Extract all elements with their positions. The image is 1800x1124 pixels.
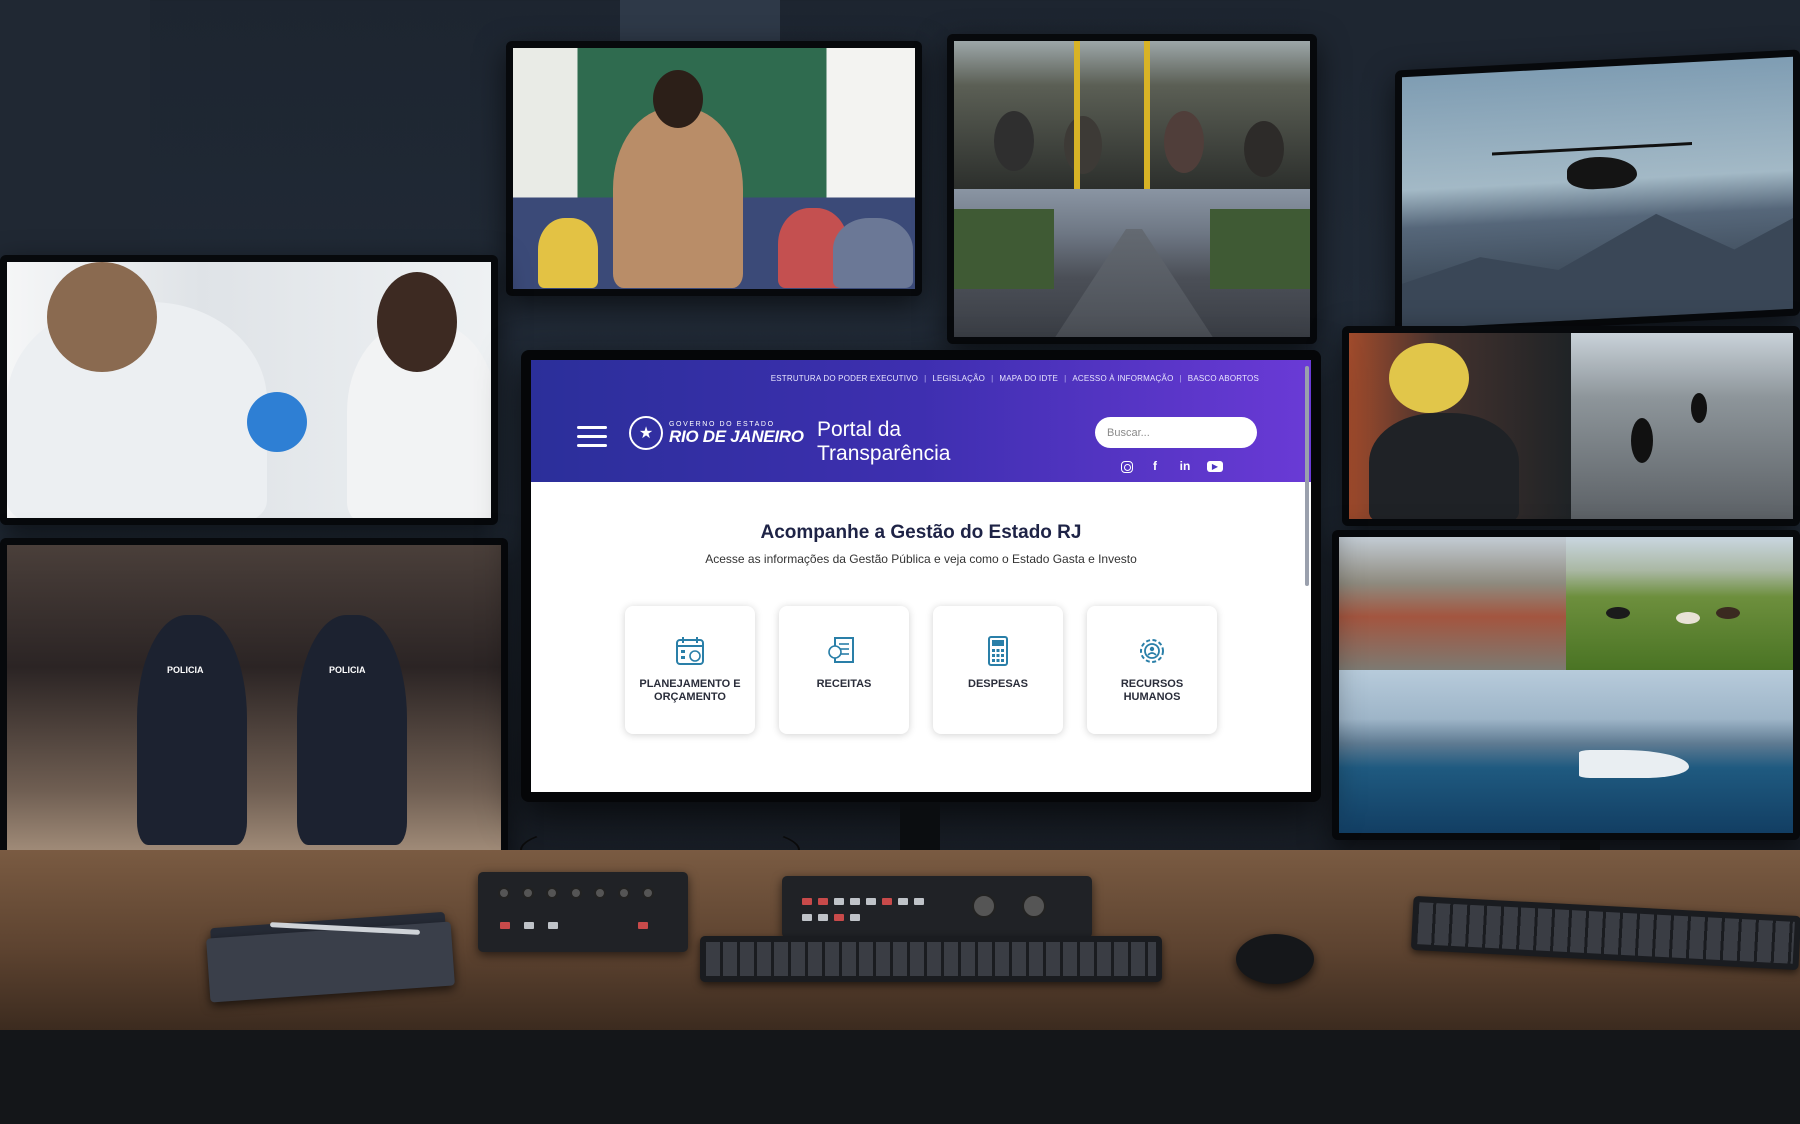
- police-patrol-image: POLICIA POLICIA: [7, 545, 501, 851]
- keyboard[interactable]: [700, 936, 1162, 982]
- search-input[interactable]: [1095, 417, 1257, 448]
- split-screen: [954, 41, 1310, 337]
- category-cards: PLANEJAMENTO E ORÇAMENTO RECEITAS DESPES…: [531, 606, 1311, 734]
- scrollbar[interactable]: [1305, 366, 1309, 586]
- monitor-helicopter: [1395, 49, 1800, 337]
- toplink-acesso[interactable]: ACESSO À INFORMAÇÃO: [1066, 374, 1179, 383]
- linkedin-icon[interactable]: in: [1177, 459, 1193, 473]
- transparency-portal: ESTRUTURA DO PODER EXECUTIVO | LEGISLAÇÃ…: [531, 360, 1311, 792]
- top-links: ESTRUTURA DO PODER EXECUTIVO | LEGISLAÇÃ…: [765, 374, 1265, 383]
- gear-people-icon: [1140, 639, 1164, 663]
- monitor-doctors: [0, 255, 498, 525]
- split-screen: [1349, 333, 1793, 519]
- video-switcher[interactable]: [782, 876, 1092, 938]
- instagram-icon[interactable]: [1121, 461, 1133, 473]
- monitor-ship-cows-boat: [1332, 530, 1800, 840]
- hero-section: Acompanhe a Gestão do Estado RJ Acesse a…: [531, 522, 1311, 566]
- hero-title: Acompanhe a Gestão do Estado RJ: [760, 522, 1082, 543]
- youtube-icon[interactable]: ▶: [1207, 461, 1223, 472]
- document-money-icon: [828, 637, 854, 663]
- helicopter-image: [1402, 56, 1793, 330]
- monitor-classroom: [506, 41, 922, 296]
- portal-header: ESTRUTURA DO PODER EXECUTIVO | LEGISLAÇÃ…: [531, 360, 1311, 482]
- classroom-image: [513, 48, 915, 289]
- card-planejamento[interactable]: PLANEJAMENTO E ORÇAMENTO: [625, 606, 755, 734]
- shipyard-image: [1339, 537, 1566, 671]
- calculator-icon: [988, 636, 1008, 666]
- calendar-money-icon: [676, 637, 704, 665]
- card-label: PLANEJAMENTO E ORÇAMENTO: [639, 678, 741, 703]
- card-label: RECURSOS HUMANOS: [1120, 678, 1184, 703]
- police-badge-text: POLICIA: [167, 665, 204, 675]
- doctors-image: [7, 262, 491, 518]
- toplink-mapa[interactable]: MAPA DO IDTE: [993, 374, 1064, 383]
- split-screen: [1339, 537, 1793, 833]
- patrol-boat-image: [1339, 670, 1793, 833]
- police-badge-text: POLICIA: [329, 665, 366, 675]
- mouse[interactable]: [1236, 934, 1314, 984]
- card-label: DESPESAS: [968, 678, 1028, 690]
- social-links: f in ▶: [1121, 459, 1223, 473]
- hero-subtitle: Acesse as informações da Gestão Pública …: [705, 552, 1137, 566]
- toplink-legislacao[interactable]: LEGISLAÇÃO: [926, 374, 991, 383]
- monitor-bus-highway: [947, 34, 1317, 344]
- main-monitor: ESTRUTURA DO PODER EXECUTIVO | LEGISLAÇÃ…: [521, 350, 1321, 802]
- monitor-fire-motor: [1342, 326, 1800, 526]
- gov-logo-line2: RIO DE JANEIRO: [669, 427, 804, 446]
- firefighter-image: [1349, 333, 1571, 519]
- highway-image: [954, 189, 1310, 337]
- audio-mixer[interactable]: [478, 872, 688, 952]
- portal-title-line1: Portal da: [817, 418, 902, 441]
- portal-title-line2: Transparência: [817, 442, 951, 465]
- wall-panel: [0, 0, 150, 260]
- toplink-estrutura[interactable]: ESTRUTURA DO PODER EXECUTIVO: [765, 374, 924, 383]
- cattle-image: [1566, 537, 1793, 671]
- facebook-icon[interactable]: f: [1147, 459, 1163, 473]
- monitor-police: POLICIA POLICIA: [0, 538, 508, 858]
- card-recursos-humanos[interactable]: RECURSOS HUMANOS: [1087, 606, 1217, 734]
- motorcycle-image: [1571, 333, 1793, 519]
- card-receitas[interactable]: RECEITAS: [779, 606, 909, 734]
- menu-icon[interactable]: [577, 426, 607, 448]
- portal-title: Portal da Transparência: [817, 418, 950, 466]
- card-despesas[interactable]: DESPESAS: [933, 606, 1063, 734]
- desk-edge: [0, 1030, 1800, 1124]
- toplink-basco[interactable]: BASCO ABORTOS: [1182, 374, 1265, 383]
- card-label: RECEITAS: [816, 678, 872, 690]
- bus-image: [954, 41, 1310, 191]
- state-seal-icon: ★: [629, 416, 663, 450]
- gov-logo[interactable]: ★ GOVERNO DO ESTADO RIO DE JANEIRO: [629, 416, 804, 450]
